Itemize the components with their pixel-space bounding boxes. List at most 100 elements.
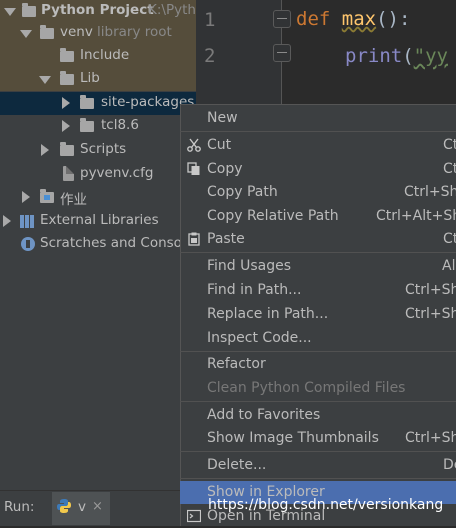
menu-separator: [180, 451, 456, 452]
venv-library-root-label: library root: [97, 24, 172, 40]
menu-item-refactor[interactable]: Refactor: [180, 353, 456, 376]
terminal-icon: [187, 509, 201, 523]
menu-separator: [180, 401, 456, 402]
menu-item-add-to-favorites[interactable]: Add to Favorites: [180, 404, 456, 427]
menu-item-label: Inspect Code...: [207, 330, 312, 346]
folder-icon: [40, 25, 54, 39]
menu-item-find-usages[interactable]: Find Usages Al: [180, 255, 456, 278]
menu-item-show-image-thumbnails[interactable]: Show Image Thumbnails Ctrl+Shi: [180, 427, 456, 450]
tree-item-include[interactable]: Include: [0, 45, 196, 68]
string-literal: "yy: [413, 45, 448, 67]
folder-icon: [60, 142, 74, 156]
open-paren: (: [402, 45, 414, 67]
tree-item-site-packages[interactable]: site-packages: [0, 92, 196, 115]
folder-icon: [80, 118, 94, 132]
menu-item-find-in-path[interactable]: Find in Path... Ctrl+Sh: [180, 279, 456, 302]
menu-item-shortcut: Ctrl+Sh: [405, 282, 456, 298]
python-icon: [57, 499, 71, 513]
chevron-right-icon[interactable]: [62, 120, 70, 132]
code-line-1[interactable]: def max():: [296, 8, 410, 30]
paste-icon: [188, 232, 200, 246]
tree-item-lib[interactable]: Lib: [0, 68, 196, 91]
chevron-down-icon[interactable]: [39, 76, 51, 84]
menu-item-new[interactable]: New: [180, 107, 456, 130]
menu-item-clean-python-compiled-files[interactable]: Clean Python Compiled Files: [180, 377, 456, 400]
keyword-def: def: [296, 8, 331, 30]
homework-label: 作业: [60, 192, 87, 208]
fold-marker-icon[interactable]: [273, 44, 291, 62]
copy-icon: [187, 162, 200, 175]
tree-item-pyvenv[interactable]: pyvenv.cfg: [0, 163, 196, 186]
external-libraries-label: External Libraries: [40, 212, 159, 228]
venv-label: venv: [60, 24, 93, 40]
chevron-right-icon[interactable]: [62, 97, 70, 109]
pyvenv-label: pyvenv.cfg: [80, 165, 154, 181]
function-params: ():: [376, 8, 411, 30]
menu-item-label: Refactor: [207, 356, 266, 372]
chevron-down-icon[interactable]: [20, 30, 32, 38]
menu-separator: [180, 252, 456, 253]
menu-item-shortcut: Ctrl+Shi: [404, 184, 456, 200]
menu-item-replace-in-path[interactable]: Replace in Path... Ctrl+Sh: [180, 303, 456, 326]
run-label: Run:: [4, 499, 35, 515]
tree-item-scripts[interactable]: Scripts: [0, 139, 196, 162]
run-tab-label: v: [78, 499, 86, 515]
menu-item-label: Find Usages: [207, 258, 292, 274]
menu-item-paste[interactable]: Paste Ct: [180, 228, 456, 251]
chevron-right-icon[interactable]: [41, 144, 49, 156]
fold-marker-icon[interactable]: [273, 10, 291, 28]
libraries-icon: [20, 215, 24, 228]
tree-item-scratches[interactable]: Scratches and Consol: [0, 233, 196, 256]
scripts-label: Scripts: [80, 141, 127, 157]
menu-item-label: Find in Path...: [207, 282, 302, 298]
file-icon: [63, 166, 74, 181]
watermark-text: https://blog.csdn.net/versionkang: [208, 497, 444, 513]
menu-separator: [180, 351, 456, 352]
tcl-label: tcl8.6: [101, 117, 139, 133]
menu-item-shortcut: Al: [442, 258, 456, 274]
menu-item-label: Show Image Thumbnails: [207, 430, 379, 446]
chevron-right-icon[interactable]: [3, 215, 11, 227]
function-name: max: [341, 8, 377, 30]
tree-item-homework[interactable]: 作业: [0, 186, 196, 209]
menu-item-label: Clean Python Compiled Files: [207, 380, 406, 396]
scissors-icon: [187, 138, 201, 152]
tree-item-external-libraries[interactable]: External Libraries: [0, 210, 196, 233]
menu-item-label: Add to Favorites: [207, 407, 321, 423]
scratches-label: Scratches and Consol: [40, 235, 186, 251]
menu-item-cut[interactable]: Cut Ct: [180, 134, 456, 157]
code-line-2[interactable]: print("yy: [345, 45, 448, 67]
tree-item-project-root[interactable]: Python Project K:\Pytho: [0, 0, 204, 23]
folder-icon: [60, 71, 74, 85]
menu-item-label: Cut: [207, 137, 232, 153]
menu-item-label: Delete...: [207, 457, 267, 473]
menu-item-label: Copy Relative Path: [207, 208, 339, 224]
chevron-right-icon[interactable]: [22, 191, 30, 203]
menu-item-inspect-code[interactable]: Inspect Code...: [180, 327, 456, 350]
folder-icon: [60, 48, 74, 62]
menu-item-copy-path[interactable]: Copy Path Ctrl+Shi: [180, 181, 456, 204]
menu-item-shortcut: Ct: [443, 231, 456, 247]
line-number: 2: [204, 45, 216, 67]
menu-item-shortcut: De: [443, 457, 456, 473]
menu-item-copy[interactable]: Copy Ct: [180, 158, 456, 181]
menu-separator: [180, 131, 456, 132]
menu-item-label: Paste: [207, 231, 245, 247]
menu-item-delete[interactable]: Delete... De: [180, 454, 456, 477]
lib-label: Lib: [80, 70, 100, 86]
menu-separator: [180, 478, 456, 479]
menu-item-label: New: [207, 110, 238, 126]
include-label: Include: [80, 47, 130, 63]
menu-item-label: Copy: [207, 161, 243, 177]
line-number: 1: [204, 9, 216, 31]
menu-item-copy-relative-path[interactable]: Copy Relative Path Ctrl+Alt+Shi: [180, 205, 456, 228]
chevron-down-icon[interactable]: [4, 8, 16, 16]
tree-item-tcl[interactable]: tcl8.6: [0, 115, 196, 138]
menu-item-label: Copy Path: [207, 184, 278, 200]
menu-item-shortcut: Ctrl+Sh: [405, 306, 456, 322]
folder-icon: [80, 95, 94, 109]
project-name: Python Project: [41, 2, 154, 18]
menu-item-shortcut: Ct: [443, 137, 456, 153]
tree-item-venv[interactable]: venv library root: [0, 22, 196, 45]
close-icon[interactable]: ×: [92, 499, 103, 514]
